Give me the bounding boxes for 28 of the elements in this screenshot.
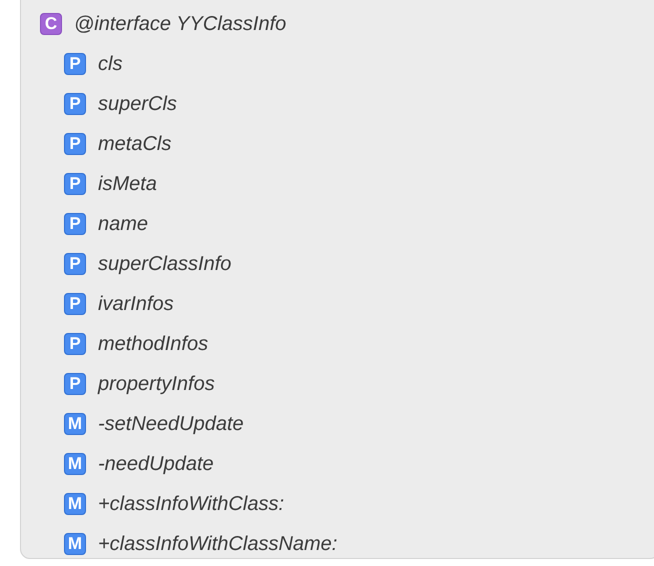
badge-icon: M [64, 413, 86, 435]
outline-item[interactable]: metaCls [98, 132, 172, 156]
badge-icon: P [64, 53, 86, 75]
badge-icon: P [64, 133, 86, 155]
outline-item[interactable]: propertyInfos [98, 372, 215, 396]
badge-icon: M [64, 533, 86, 555]
outline-item[interactable]: @interface YYClassInfo [74, 12, 286, 36]
badge-icon: P [64, 213, 86, 235]
outline-item[interactable]: superCls [98, 92, 177, 116]
badge-icon: C [40, 13, 62, 35]
outline-item[interactable]: isMeta [98, 172, 157, 196]
badge-icon: P [64, 93, 86, 115]
outline-item[interactable]: cls [98, 52, 122, 76]
outline-item[interactable]: +classInfoWithClass: [98, 492, 284, 516]
outline-item[interactable]: -setNeedUpdate [98, 412, 244, 436]
outline-item[interactable]: ivarInfos [98, 292, 174, 316]
badge-icon: P [64, 293, 86, 315]
outline-item[interactable]: superClassInfo [98, 252, 232, 276]
badge-icon: P [64, 173, 86, 195]
outline-item[interactable]: name [98, 212, 148, 236]
outline-item[interactable]: -needUpdate [98, 452, 214, 476]
badge-icon: M [64, 493, 86, 515]
badge-icon: P [64, 333, 86, 355]
badge-icon: P [64, 373, 86, 395]
badge-icon: P [64, 253, 86, 275]
badge-icon: M [64, 453, 86, 475]
outline-item[interactable]: methodInfos [98, 332, 208, 356]
outline-item[interactable]: +classInfoWithClassName: [98, 532, 338, 556]
